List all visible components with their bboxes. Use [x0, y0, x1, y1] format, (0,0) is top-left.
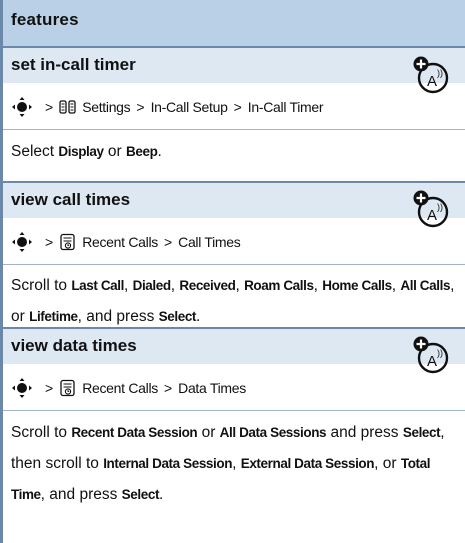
- menu-option-text: Display: [58, 144, 104, 159]
- body-text-run: or: [197, 424, 220, 441]
- menu-option-text: Home Calls: [322, 278, 392, 293]
- section-view-data-times: view data times A )) > Recent Calls > Da…: [0, 329, 465, 543]
- menu-option-text: Select: [402, 425, 441, 440]
- path-separator: >: [45, 234, 54, 250]
- path-item-recent-calls: Recent Calls: [82, 380, 158, 396]
- path-item-call-times: Call Times: [178, 234, 241, 250]
- settings-icon: [59, 100, 76, 114]
- svg-text:A: A: [427, 73, 437, 90]
- body-text-run: ,: [123, 277, 133, 294]
- body-text-run: .: [159, 486, 164, 503]
- recent-calls-icon: [60, 233, 75, 251]
- body-text-run: .: [196, 308, 201, 325]
- menu-option-text: All Data Sessions: [219, 425, 327, 440]
- network-feature-icon: A )): [413, 56, 449, 94]
- body-text-run: , or: [374, 455, 401, 472]
- path-item-in-call-timer: In-Call Timer: [247, 99, 324, 115]
- row-divider: [0, 264, 465, 265]
- svg-text:A: A: [427, 207, 437, 224]
- menu-option-text: Roam Calls: [244, 278, 314, 293]
- section-title: view call times: [11, 190, 131, 209]
- path-separator: >: [163, 380, 173, 396]
- menu-option-text: Recent Data Session: [71, 425, 198, 440]
- path-separator: >: [45, 99, 54, 115]
- recent-calls-icon: [60, 379, 75, 397]
- section-body: Scroll to Recent Data Session or All Dat…: [11, 417, 456, 510]
- path-separator: >: [163, 234, 173, 250]
- menu-path: > Recent Calls > Call Times: [11, 231, 241, 253]
- row-divider: [0, 410, 465, 411]
- section-header: view call times: [0, 183, 465, 218]
- section-view-call-times: view call times A )) > Recent Calls > Ca…: [0, 183, 465, 328]
- features-table: features set in-call timer A )) > Settin…: [0, 0, 465, 543]
- row-divider: [0, 129, 465, 130]
- menu-option-text: Last Call: [71, 278, 124, 293]
- section-header: set in-call timer: [0, 48, 465, 83]
- menu-option-text: Internal Data Session: [103, 456, 233, 471]
- network-feature-icon: A )): [413, 336, 449, 374]
- menu-option-text: Dialed: [132, 278, 172, 293]
- menu-option-text: All Calls: [400, 278, 451, 293]
- nav-key-icon: [12, 378, 32, 398]
- menu-option-text: Received: [179, 278, 236, 293]
- body-text-run: and press: [326, 424, 403, 441]
- svg-text:)): )): [437, 348, 443, 358]
- body-text-run: .: [157, 143, 162, 160]
- path-item-recent-calls: Recent Calls: [82, 234, 158, 250]
- path-separator: >: [233, 99, 242, 115]
- path-separator: >: [136, 99, 145, 115]
- menu-option-text: Select: [158, 309, 197, 324]
- menu-option-text: Select: [121, 487, 160, 502]
- nav-key-icon: [12, 97, 32, 117]
- body-text-run: Select: [11, 143, 59, 160]
- path-item-in-call-setup: In-Call Setup: [150, 99, 228, 115]
- network-feature-icon: A )): [413, 190, 449, 228]
- section-title: set in-call timer: [11, 55, 136, 74]
- path-separator: >: [45, 380, 54, 396]
- menu-option-text: Beep: [126, 144, 158, 159]
- section-body: Scroll to Last Call, Dialed, Received, R…: [11, 270, 456, 332]
- svg-text:A: A: [427, 353, 437, 370]
- menu-path: > Settings > In-Call Setup > In-Call Tim…: [11, 96, 324, 118]
- path-item-data-times: Data Times: [178, 380, 246, 396]
- section-title: view data times: [11, 336, 137, 355]
- table-header-title: features: [11, 10, 79, 29]
- svg-text:)): )): [437, 68, 443, 78]
- section-header: view data times: [0, 329, 465, 364]
- body-text-run: Scroll to: [11, 424, 72, 441]
- body-text-run: or: [103, 143, 127, 160]
- nav-key-icon: [12, 232, 32, 252]
- menu-option-text: External Data Session: [240, 456, 375, 471]
- body-text-run: , and press: [40, 486, 122, 503]
- body-text-run: , and press: [77, 308, 159, 325]
- section-body: Select Display or Beep.: [11, 136, 456, 167]
- section-set-in-call-timer: set in-call timer A )) > Settings > In-C…: [0, 48, 465, 182]
- path-item-settings: Settings: [82, 99, 131, 115]
- body-text-run: Scroll to: [11, 277, 72, 294]
- menu-path: > Recent Calls > Data Times: [11, 377, 246, 399]
- menu-option-text: Lifetime: [29, 309, 78, 324]
- table-left-border: [0, 0, 3, 543]
- body-text-run: ,: [235, 277, 245, 294]
- table-header: features: [0, 0, 465, 46]
- body-text-run: ,: [232, 455, 241, 472]
- body-text-run: ,: [313, 277, 323, 294]
- svg-text:)): )): [437, 202, 443, 212]
